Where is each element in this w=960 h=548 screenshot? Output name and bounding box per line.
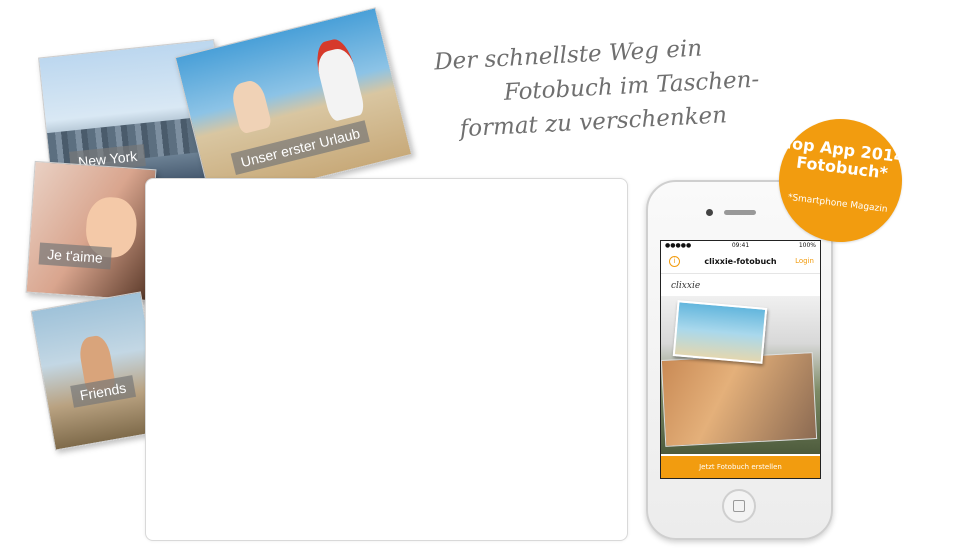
login-button[interactable]: Login — [795, 257, 814, 265]
photobook-unser-erster-urlaub: Unser erster Urlaub — [174, 7, 413, 205]
smartphone-mockup: ●●●●● 09:41 100% i clixxie-fotobuch Logi… — [646, 180, 833, 540]
child-image — [229, 78, 273, 135]
battery-level: 100% — [798, 242, 816, 249]
photobook-label: Je t'aime — [38, 242, 112, 270]
status-bar: ●●●●● 09:41 100% — [661, 241, 820, 251]
create-photobook-button[interactable]: Jetzt Fotobuch erstellen — [661, 456, 820, 478]
app-navbar: i clixxie-fotobuch Login — [661, 251, 820, 274]
badge-footnote: *Smartphone Magazin — [787, 192, 888, 215]
clixxie-logo: clixxie — [671, 281, 701, 291]
open-photobook-image — [661, 352, 818, 447]
headline-line-3: format zu verschenken — [459, 102, 728, 143]
home-button[interactable] — [722, 489, 756, 523]
photobook-je-taime: Je t'aime — [25, 160, 157, 302]
closed-photobook-image — [672, 300, 768, 364]
app-screen: ●●●●● 09:41 100% i clixxie-fotobuch Logi… — [660, 240, 821, 479]
speaker-grille — [724, 210, 756, 215]
photobook-label: Friends — [70, 375, 136, 408]
badge-title: Top App 2014 Fotobuch* — [782, 132, 907, 183]
content-panel — [145, 178, 628, 541]
status-time: 09:41 — [731, 242, 750, 249]
camera-icon — [706, 209, 713, 216]
headline: Der schnellste Weg ein Fotobuch im Tasch… — [433, 26, 838, 157]
app-hero-image — [661, 296, 820, 454]
child-image — [311, 36, 367, 123]
